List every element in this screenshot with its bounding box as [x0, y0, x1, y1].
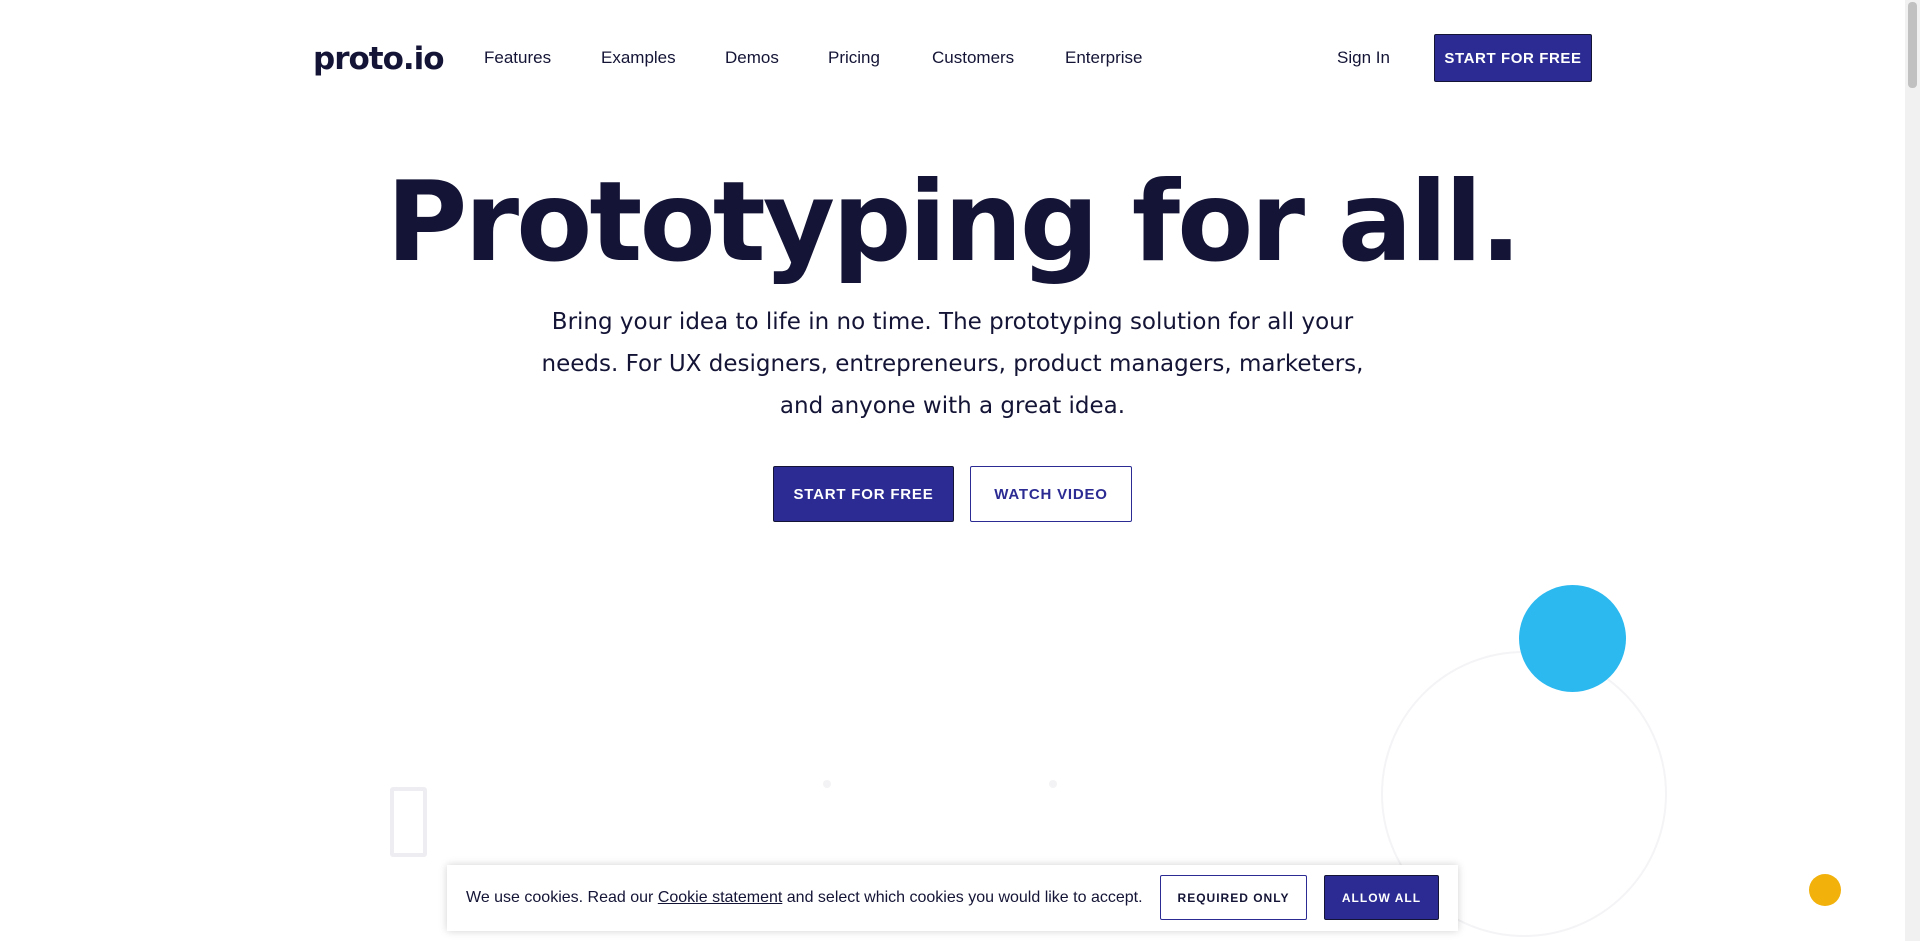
watch-video-button[interactable]: WATCH VIDEO — [970, 466, 1132, 522]
cookie-text-start: We use cookies. Read our — [466, 889, 658, 906]
page-scrollbar[interactable] — [1905, 0, 1920, 941]
nav-examples[interactable]: Examples — [601, 46, 676, 70]
nav-pricing[interactable]: Pricing — [828, 46, 880, 70]
decorative-phone-outline — [390, 787, 427, 857]
nav-customers[interactable]: Customers — [932, 46, 1014, 70]
cookie-text-end: and select which cookies you would like … — [782, 889, 1143, 906]
decorative-dot — [823, 780, 831, 788]
sign-in-link[interactable]: Sign In — [1337, 46, 1390, 70]
cookie-message: We use cookies. Read our Cookie statemen… — [466, 887, 1143, 909]
scrollbar-thumb[interactable] — [1908, 2, 1917, 88]
cookie-statement-link[interactable]: Cookie statement — [658, 889, 783, 906]
hero-subtitle: Bring your idea to life in no time. The … — [541, 309, 1364, 419]
nav-features[interactable]: Features — [484, 46, 551, 70]
nav-enterprise[interactable]: Enterprise — [1065, 46, 1142, 70]
header-start-free-button[interactable]: START FOR FREE — [1434, 34, 1592, 82]
site-header: proto.io Features Examples Demos Pricing… — [0, 0, 1905, 116]
hero-title: Prototyping for all. — [386, 158, 1522, 287]
decorative-yellow-circle — [1809, 874, 1841, 906]
hero-start-free-button[interactable]: START FOR FREE — [773, 466, 954, 522]
cookie-banner: We use cookies. Read our Cookie statemen… — [447, 865, 1458, 931]
allow-all-button[interactable]: ALLOW ALL — [1324, 875, 1439, 920]
proto-io-logo[interactable]: proto.io — [313, 41, 445, 77]
decorative-blue-circle — [1519, 585, 1626, 692]
nav-demos[interactable]: Demos — [725, 46, 779, 70]
decorative-dot — [1049, 780, 1057, 788]
required-only-button[interactable]: REQUIRED ONLY — [1160, 875, 1307, 920]
